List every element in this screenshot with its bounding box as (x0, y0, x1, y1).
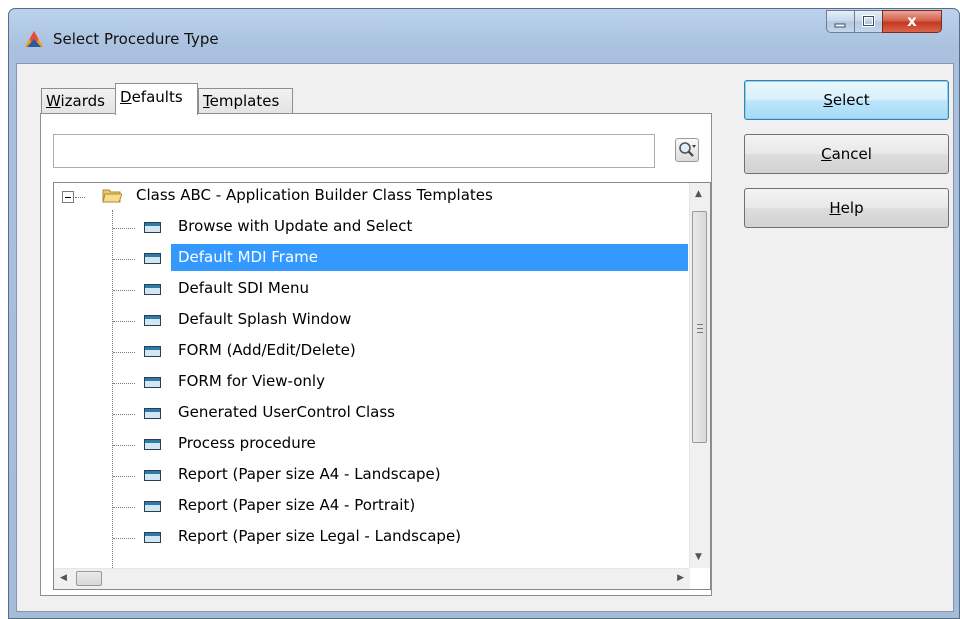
help-button-mnemonic: H (829, 199, 841, 217)
tab-defaults[interactable]: Defaults (115, 83, 198, 115)
tree-connector (113, 290, 135, 291)
tree-item-label: Default Splash Window (178, 310, 352, 328)
tab-wizards-label: izards (60, 92, 105, 110)
tree-connector (113, 476, 135, 477)
procedure-icon (144, 377, 161, 388)
select-button-mnemonic: S (823, 91, 833, 109)
procedure-icon (144, 408, 161, 419)
collapse-icon[interactable] (62, 191, 74, 203)
scroll-left-arrow-icon[interactable]: ◀ (60, 573, 67, 583)
tree-connector (113, 383, 135, 384)
procedure-tree[interactable]: Class ABC - Application Builder Class Te… (53, 182, 711, 590)
tab-wizards[interactable]: Wizards (41, 88, 117, 114)
tree-item-label: Process procedure (178, 434, 316, 452)
tree-item-label: Default SDI Menu (178, 279, 310, 297)
tab-defaults-label: efaults (131, 88, 183, 106)
tree-connector (113, 228, 135, 229)
procedure-icon (144, 346, 161, 357)
tree-item[interactable]: Report (Paper size A4 - Landscape) (54, 461, 690, 491)
tree-list: Class ABC - Application Builder Class Te… (54, 183, 690, 568)
close-icon: x (907, 12, 917, 30)
procedure-icon (144, 222, 161, 233)
help-button[interactable]: Help (744, 188, 949, 228)
close-button[interactable]: x (882, 10, 942, 33)
tree-item[interactable]: Process procedure (54, 430, 690, 460)
cancel-button-label: ancel (831, 145, 872, 163)
scroll-grip-icon (697, 324, 703, 333)
minimize-button[interactable] (826, 10, 855, 33)
tree-item-label: Report (Paper size A4 - Landscape) (178, 465, 441, 483)
tree-item-label: Default MDI Frame (171, 244, 688, 271)
procedure-icon (144, 253, 161, 264)
tree-item[interactable]: Default Splash Window (54, 306, 690, 336)
tree-item[interactable]: Default SDI Menu (54, 275, 690, 305)
horizontal-scrollbar[interactable]: ◀ ▶ (54, 568, 690, 589)
horizontal-scroll-thumb[interactable] (76, 571, 102, 586)
search-button[interactable] (675, 138, 699, 162)
window-title: Select Procedure Type (53, 30, 219, 48)
tree-item[interactable]: Browse with Update and Select (54, 213, 690, 243)
open-folder-icon (102, 189, 122, 203)
tab-templates-label: emplates (209, 92, 280, 110)
tree-root-label: Class ABC - Application Builder Class Te… (136, 186, 493, 204)
tree-root-row[interactable]: Class ABC - Application Builder Class Te… (54, 183, 690, 213)
search-input[interactable] (53, 134, 655, 168)
search-icon (679, 142, 696, 157)
procedure-icon (144, 439, 161, 450)
tree-connector (113, 414, 135, 415)
maximize-icon (862, 15, 875, 27)
vertical-scroll-thumb[interactable] (692, 211, 707, 443)
procedure-icon (144, 284, 161, 295)
tree-connector (113, 259, 135, 260)
title-bar[interactable]: Select Procedure Type (9, 9, 959, 59)
tree-item[interactable]: Default MDI Frame (54, 244, 690, 274)
dialog-window: Select Procedure Type x Wizards Defaults… (8, 8, 960, 619)
select-button[interactable]: Select (744, 80, 949, 120)
tree-item[interactable]: Report (Paper size A4 - Portrait) (54, 492, 690, 522)
tab-wizards-mnemonic: W (46, 92, 61, 110)
procedure-icon (144, 470, 161, 481)
procedure-icon (144, 532, 161, 543)
tree-item-label: Browse with Update and Select (178, 217, 413, 235)
defaults-tab-panel: Class ABC - Application Builder Class Te… (40, 113, 712, 596)
maximize-button[interactable] (854, 10, 883, 33)
tree-connector (113, 538, 135, 539)
tab-defaults-mnemonic: D (120, 88, 132, 106)
tree-item[interactable]: FORM for View-only (54, 368, 690, 398)
tab-templates-mnemonic: T (203, 92, 210, 110)
cancel-button[interactable]: Cancel (744, 134, 949, 174)
tree-item-label: FORM for View-only (178, 372, 325, 390)
tree-item-label: Report (Paper size A4 - Portrait) (178, 496, 416, 514)
help-button-label: elp (840, 199, 864, 217)
tree-connector (113, 352, 135, 353)
scroll-down-arrow-icon[interactable]: ▼ (695, 552, 702, 562)
tree-connector (75, 197, 85, 198)
app-logo-icon (25, 31, 43, 47)
tree-connector (113, 507, 135, 508)
tab-templates[interactable]: Templates (198, 88, 293, 114)
scroll-right-arrow-icon[interactable]: ▶ (677, 573, 684, 583)
select-button-label: elect (832, 91, 870, 109)
tree-item-label: Generated UserControl Class (178, 403, 395, 421)
tree-item[interactable]: Report (Paper size Legal - Landscape) (54, 523, 690, 553)
tree-item[interactable]: Generated UserControl Class (54, 399, 690, 429)
procedure-icon (144, 501, 161, 512)
tree-item[interactable]: FORM (Add/Edit/Delete) (54, 337, 690, 367)
procedure-icon (144, 315, 161, 326)
tree-connector (113, 445, 135, 446)
tree-item-label: FORM (Add/Edit/Delete) (178, 341, 356, 359)
tree-item-label: Report (Paper size Legal - Landscape) (178, 527, 462, 545)
vertical-scrollbar[interactable]: ▲ ▼ (689, 183, 710, 568)
dialog-client-area: Wizards Defaults Templates Class ABC - A… (16, 63, 954, 612)
tree-connector (113, 321, 135, 322)
minimize-icon (834, 23, 846, 28)
scroll-up-arrow-icon[interactable]: ▲ (695, 189, 702, 199)
cancel-button-mnemonic: C (821, 145, 832, 163)
